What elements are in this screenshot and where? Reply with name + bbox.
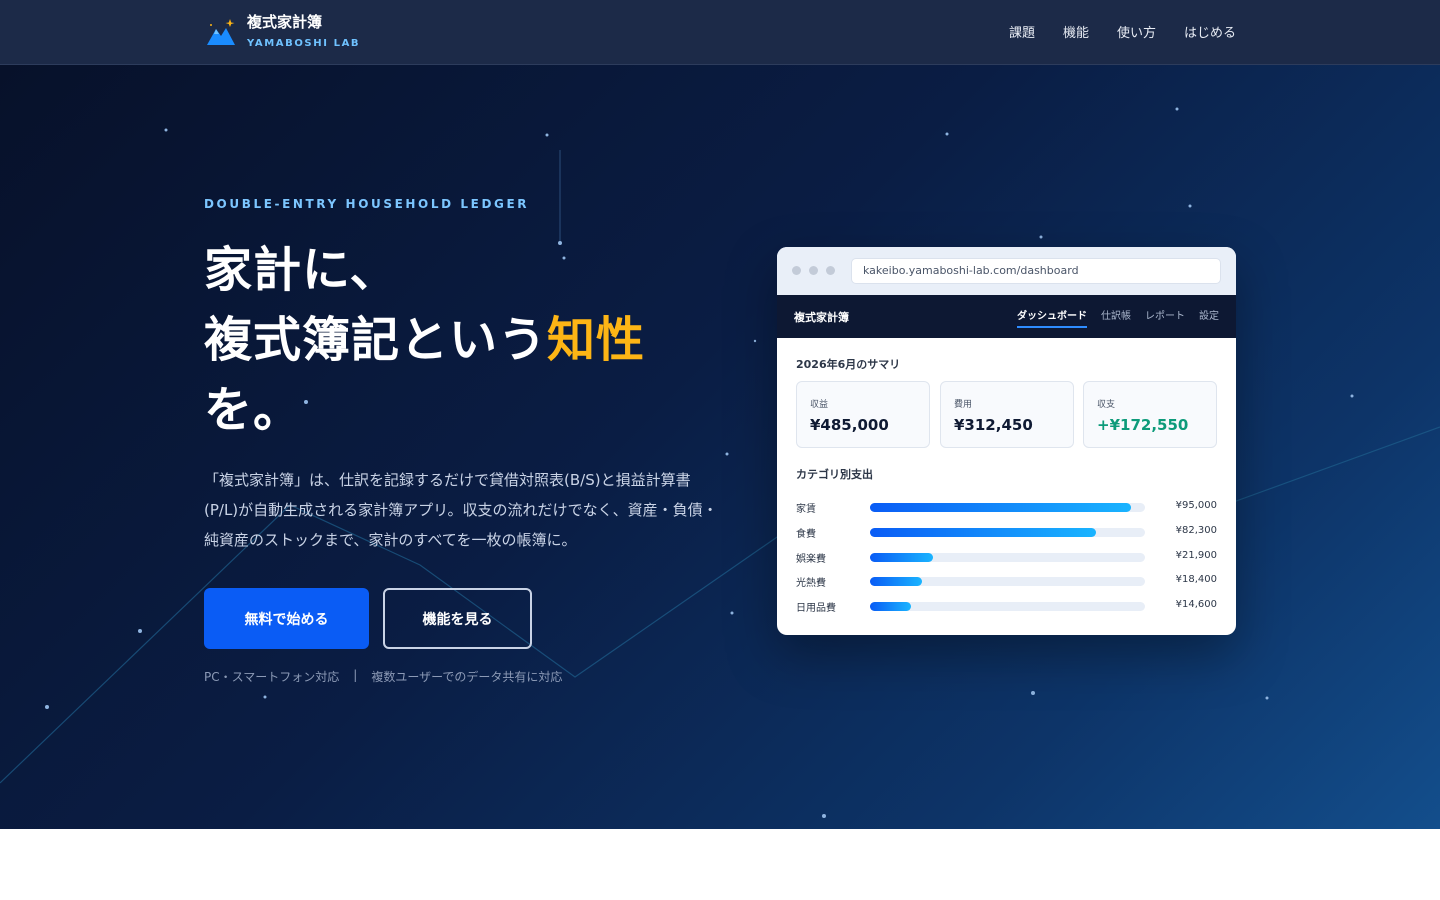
headline-line-3: を。 [204, 382, 303, 438]
category-label: 日用品費 [796, 603, 836, 614]
stat-card-revenue: 収益 ¥485,000 [796, 381, 930, 448]
category-row: 光熱費 ¥18,400 [796, 574, 1217, 589]
nav-item-how-to[interactable]: 使い方 [1117, 22, 1156, 41]
main-nav: 課題 機能 使い方 はじめる [1009, 22, 1236, 41]
category-row: 娯楽費 ¥21,900 [796, 550, 1217, 565]
nav-item-features[interactable]: 機能 [1063, 22, 1089, 41]
stat-label: 収支 [1097, 400, 1116, 410]
headline-accent: 知性 [547, 312, 646, 368]
hero-footnote: PC・スマートフォン対応 | 複数ユーザーでのデータ共有に対応 [204, 668, 562, 685]
brand-title: 複式家計簿 [247, 13, 323, 31]
browser-chrome: kakeibo.yamaboshi-lab.com/dashboard [777, 247, 1236, 295]
category-title: カテゴリ別支出 [796, 468, 873, 481]
app-nav: 複式家計簿 ダッシュボード 仕訳帳 レポート 設定 [777, 295, 1236, 338]
footnote-sharing: 複数ユーザーでのデータ共有に対応 [371, 670, 563, 684]
stat-value: ¥312,450 [954, 416, 1033, 434]
stat-card-expense: 費用 ¥312,450 [940, 381, 1074, 448]
category-value: ¥82,300 [1175, 525, 1217, 536]
app-brand: 複式家計簿 [794, 311, 849, 324]
category-value: ¥95,000 [1175, 500, 1217, 511]
headline-line-2: 複式簿記という知性 [204, 305, 724, 375]
category-row: 家賃 ¥95,000 [796, 500, 1217, 515]
category-bar-fill [870, 553, 934, 562]
category-label: 光熱費 [796, 578, 826, 589]
tab-dashboard[interactable]: ダッシュボード [1017, 307, 1087, 328]
stat-label: 収益 [810, 400, 829, 410]
page-lower-section [0, 829, 1440, 900]
summary-title: 2026年6月のサマリ [796, 358, 901, 371]
category-bar-track [870, 528, 1145, 537]
category-label: 娯楽費 [796, 554, 826, 565]
mountain-star-icon [207, 19, 235, 45]
stat-value: ¥485,000 [810, 416, 889, 434]
category-value: ¥18,400 [1175, 574, 1217, 585]
category-value: ¥14,600 [1175, 599, 1217, 610]
app-tabs: ダッシュボード 仕訳帳 レポート 設定 [1017, 307, 1219, 328]
category-bar-track [870, 503, 1145, 512]
logo[interactable]: 複式家計簿 YAMABOSHI LAB [205, 13, 360, 49]
category-bar-track [870, 577, 1145, 586]
stat-card-balance: 収支 +¥172,550 [1083, 381, 1217, 448]
category-bar-fill [870, 602, 912, 611]
hero-lead: 「複式家計簿」は、仕訳を記録するだけで貸借対照表(B/S)と損益計算書(P/L)… [204, 471, 718, 549]
nav-item-get-started[interactable]: はじめる [1184, 22, 1236, 41]
category-value: ¥21,900 [1175, 550, 1217, 561]
category-bar-fill [870, 577, 923, 586]
view-features-button[interactable]: 機能を見る [383, 588, 532, 649]
stat-value: +¥172,550 [1097, 416, 1189, 434]
hero-headline: 家計に、 複式簿記という知性 を。 [204, 235, 724, 445]
stat-label: 費用 [954, 400, 973, 410]
category-bar-fill [870, 528, 1096, 537]
window-dot [792, 266, 801, 275]
window-dot [826, 266, 835, 275]
category-bar-track [870, 553, 1145, 562]
category-row: 日用品費 ¥14,600 [796, 599, 1217, 614]
hero-eyebrow: DOUBLE-ENTRY HOUSEHOLD LEDGER [204, 197, 530, 211]
site-header: 複式家計簿 YAMABOSHI LAB 課題 機能 使い方 はじめる [0, 0, 1440, 65]
headline-line-1: 家計に、 [204, 242, 399, 298]
start-free-button[interactable]: 無料で始める [204, 588, 369, 649]
footnote-devices: PC・スマートフォン対応 [204, 670, 340, 684]
tab-settings[interactable]: 設定 [1199, 307, 1219, 328]
dashboard-preview: kakeibo.yamaboshi-lab.com/dashboard 複式家計… [777, 247, 1236, 635]
category-bar-fill [870, 503, 1132, 512]
headline-line-2-text: 複式簿記という [204, 312, 548, 368]
window-dot [809, 266, 818, 275]
brand-subtitle: YAMABOSHI LAB [247, 38, 361, 49]
nav-item-issues[interactable]: 課題 [1009, 22, 1035, 41]
tab-reports[interactable]: レポート [1145, 307, 1185, 328]
category-label: 家賃 [796, 504, 816, 515]
category-label: 食費 [796, 529, 816, 540]
hero-section: DOUBLE-ENTRY HOUSEHOLD LEDGER 家計に、 複式簿記と… [0, 65, 1440, 829]
tab-journal[interactable]: 仕訳帳 [1101, 307, 1131, 328]
url-bar: kakeibo.yamaboshi-lab.com/dashboard [851, 258, 1221, 284]
category-row: 食費 ¥82,300 [796, 525, 1217, 540]
category-bar-track [870, 602, 1145, 611]
footnote-separator: | [353, 668, 358, 682]
